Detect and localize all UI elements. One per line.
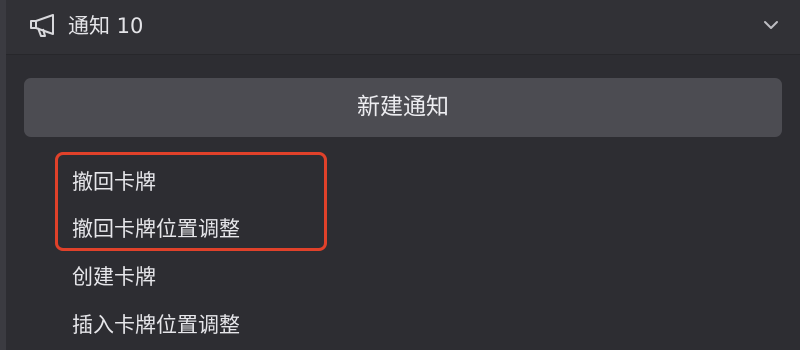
highlight-annotation-box xyxy=(55,152,327,251)
notification-panel: 通知 10 新建通知 撤回卡牌 撤回卡牌位置调整 创建卡牌 插入卡牌位置调整 xyxy=(0,0,800,350)
list-item-create-card[interactable]: 创建卡牌 xyxy=(72,260,156,294)
list-item-insert-card-position-adjust[interactable]: 插入卡牌位置调整 xyxy=(72,308,240,342)
